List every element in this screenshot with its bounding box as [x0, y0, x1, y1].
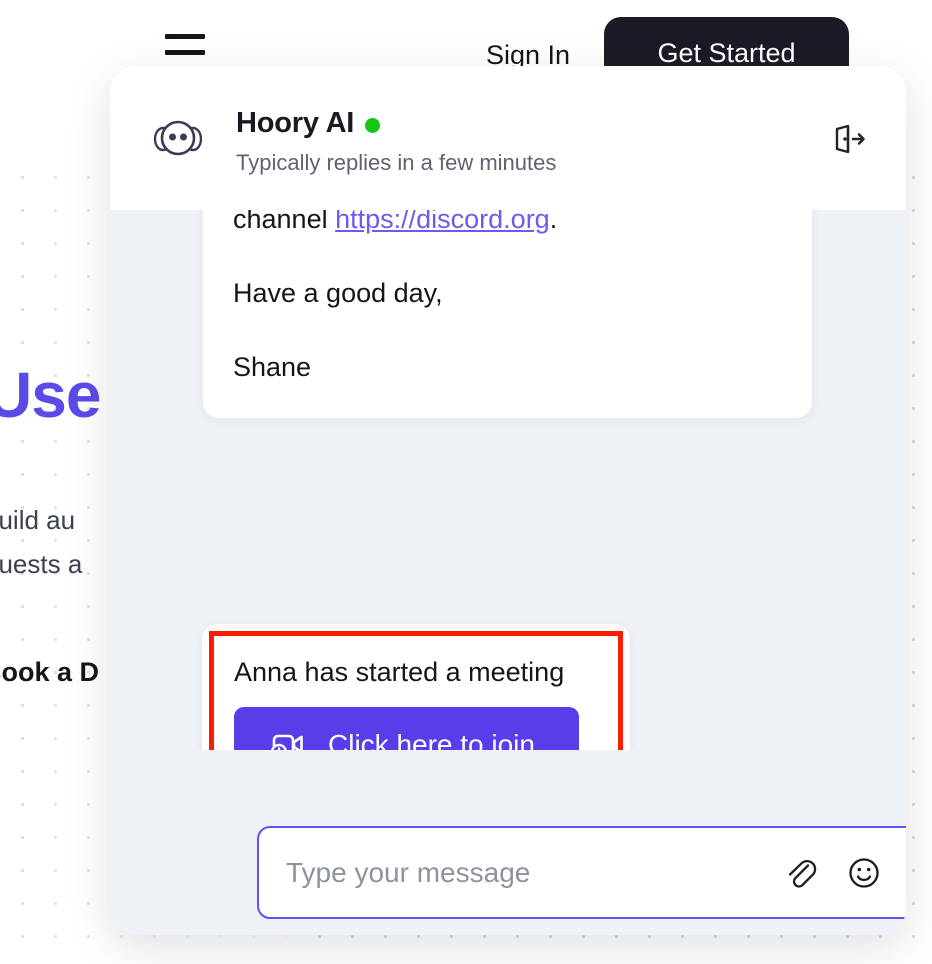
join-meeting-label: Click here to join [328, 728, 535, 751]
hoory-chat-widget: Hoory AI Typically replies in a few minu… [110, 66, 906, 935]
meeting-invite-text: Anna has started a meeting [234, 657, 565, 687]
smiley-face-icon[interactable] [841, 850, 887, 896]
discord-link[interactable]: https://discord.org [335, 210, 550, 234]
message-paragraph: Have a good day, [233, 278, 443, 308]
meeting-invite-highlight-box: Anna has started a meeting Click here to… [209, 631, 623, 750]
hero-body-line-2: quests a [0, 549, 83, 579]
agent-message-bubble: server and post your query on our suppor… [203, 210, 812, 418]
hero-heading: Use [0, 359, 101, 431]
message-period: . [549, 210, 558, 234]
hamburger-bar [165, 34, 205, 39]
online-status-dot [365, 117, 381, 133]
message-paragraph: Shane [233, 352, 312, 382]
message-composer[interactable] [257, 826, 906, 919]
hamburger-menu-icon[interactable] [165, 34, 205, 60]
message-paragraph: server and post your query on our suppor… [233, 210, 782, 240]
video-camera-plus-icon [271, 729, 304, 750]
widget-header: Hoory AI Typically replies in a few minu… [110, 66, 906, 210]
exit-door-arrow-icon[interactable] [822, 114, 876, 164]
meeting-invite-card: Anna has started a meeting Click here to… [202, 624, 630, 750]
widget-subtitle: Typically replies in a few minutes [236, 150, 557, 175]
hero-body-line-1: build au [0, 505, 76, 535]
paperclip-icon[interactable] [777, 850, 823, 896]
widget-header-title-row: Hoory AI [236, 107, 381, 140]
widget-title: Hoory AI [236, 107, 355, 139]
microphone-icon[interactable] [905, 850, 906, 896]
message-input[interactable] [259, 856, 777, 889]
hoory-monkey-avatar-icon [153, 116, 203, 160]
join-meeting-button[interactable]: Click here to join [234, 707, 579, 750]
hamburger-bar [165, 50, 205, 55]
hero-cta-link[interactable]: Book a D [0, 657, 99, 688]
message-list[interactable]: server and post your query on our suppor… [110, 210, 906, 750]
